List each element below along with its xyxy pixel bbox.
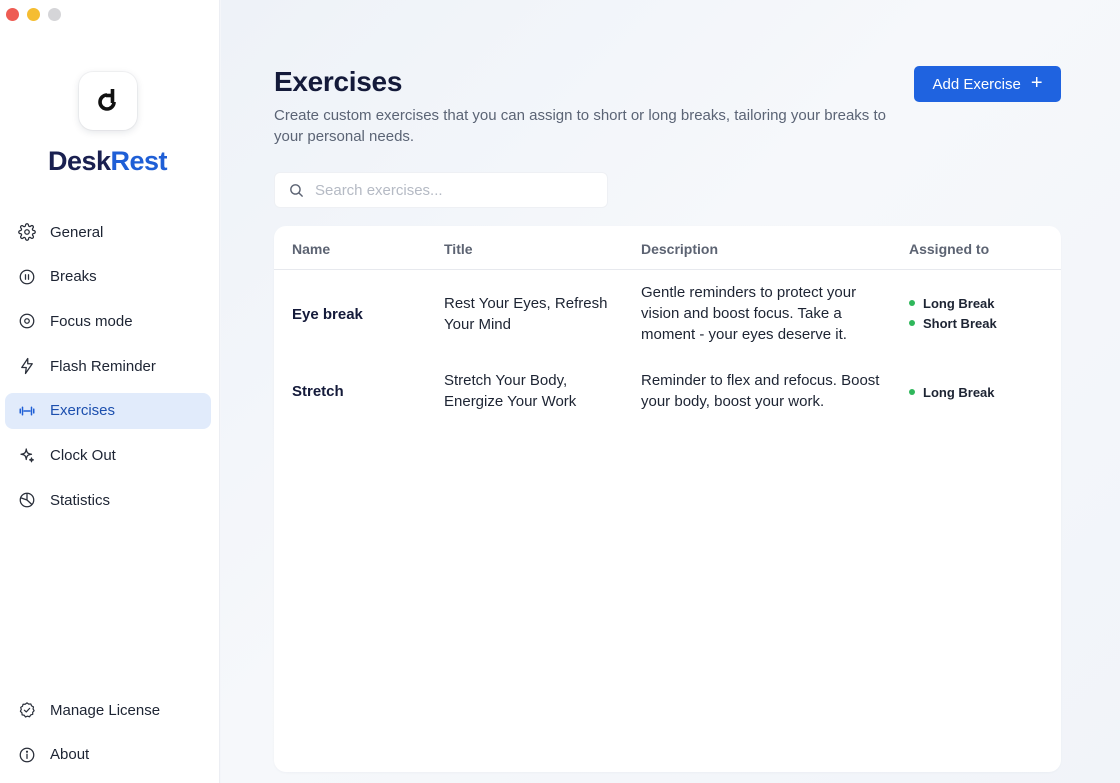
assigned-tag-label: Long Break xyxy=(923,384,995,400)
window-controls xyxy=(6,8,61,21)
assigned-breaks: Long Break Short Break xyxy=(909,293,997,333)
search-input[interactable] xyxy=(315,181,595,199)
sidebar-item-exercises[interactable]: Exercises xyxy=(5,392,211,429)
status-dot-icon xyxy=(909,320,915,326)
deskrest-logo-icon xyxy=(98,89,116,111)
add-exercise-button-label: Add Exercise xyxy=(932,75,1021,93)
assigned-tag-label: Long Break xyxy=(923,295,995,311)
status-dot-icon xyxy=(909,300,915,306)
pie-chart-icon xyxy=(18,491,36,509)
status-dot-icon xyxy=(909,389,915,395)
window-minimize-button[interactable] xyxy=(27,8,40,21)
column-header-assigned-to: Assigned to xyxy=(909,241,990,257)
sidebar-item-general[interactable]: General xyxy=(5,214,211,250)
exercise-title: Stretch Your Body, Energize Your Work xyxy=(444,372,577,410)
dumbbell-icon xyxy=(18,402,36,420)
focus-target-icon xyxy=(18,312,36,330)
sidebar-nav: General Breaks Focus mode Flash Reminder… xyxy=(5,214,211,527)
app-logo xyxy=(79,72,137,130)
badge-check-icon xyxy=(18,701,36,719)
column-header-name: Name xyxy=(292,241,331,257)
sidebar-item-manage-license[interactable]: Manage License xyxy=(5,692,211,728)
sidebar-item-label: Manage License xyxy=(50,701,161,719)
window-close-button[interactable] xyxy=(6,8,19,21)
sparkle-icon xyxy=(18,446,36,464)
exercise-description: Gentle reminders to protect your vision … xyxy=(641,284,857,343)
search-icon xyxy=(290,183,303,197)
info-icon xyxy=(18,746,36,764)
brand-name-part1: Desk xyxy=(47,146,111,176)
table-row[interactable]: Eye break Rest Your Eyes, Refresh Your M… xyxy=(274,270,1061,358)
table-row[interactable]: Stretch Stretch Your Body, Energize Your… xyxy=(274,358,1061,428)
brand-name-part2: Rest xyxy=(110,146,168,176)
sidebar-item-breaks[interactable]: Breaks xyxy=(5,259,211,295)
sidebar-item-label: General xyxy=(50,223,104,241)
brand-name: DeskRest xyxy=(0,146,215,177)
main-content: Exercises Create custom exercises that y… xyxy=(221,0,1120,783)
sidebar-item-about[interactable]: About xyxy=(5,737,211,773)
exercise-title: Rest Your Eyes, Refresh Your Mind xyxy=(444,295,608,333)
sidebar-item-flash-reminder[interactable]: Flash Reminder xyxy=(5,348,211,384)
sidebar-item-label: Focus mode xyxy=(50,312,133,330)
exercise-name: Stretch xyxy=(292,383,344,400)
sidebar-item-label: Statistics xyxy=(50,491,111,509)
exercise-name: Eye break xyxy=(292,306,363,323)
plus-icon: + xyxy=(1030,72,1043,94)
sidebar-item-label: Flash Reminder xyxy=(50,357,156,375)
page-description: Create custom exercises that you can ass… xyxy=(274,107,886,145)
sidebar-bottom-nav: Manage License About xyxy=(5,692,211,781)
sidebar-item-focus-mode[interactable]: Focus mode xyxy=(5,303,211,339)
sidebar-item-label: Exercises xyxy=(50,402,116,420)
add-exercise-button[interactable]: Add Exercise + xyxy=(914,66,1061,102)
window-maximize-button[interactable] xyxy=(48,8,61,21)
column-header-title: Title xyxy=(444,241,473,257)
column-header-description: Description xyxy=(641,241,719,257)
lightning-bolt-icon xyxy=(18,357,36,375)
assigned-tag-label: Short Break xyxy=(923,315,997,331)
sidebar-item-label: Breaks xyxy=(50,268,97,286)
sidebar-item-label: Clock Out xyxy=(50,446,116,464)
gear-icon xyxy=(18,223,36,241)
sidebar: DeskRest General Breaks Focus mode Flash… xyxy=(0,0,220,783)
table-header: Name Title Description Assigned to xyxy=(274,226,1061,270)
sidebar-item-label: About xyxy=(50,746,90,764)
pause-circle-icon xyxy=(18,268,36,286)
page-title: Exercises xyxy=(274,66,403,97)
search-box xyxy=(274,172,608,208)
assigned-breaks: Long Break xyxy=(909,382,995,402)
assigned-tag: Long Break xyxy=(909,293,997,313)
assigned-tag: Short Break xyxy=(909,313,997,333)
sidebar-item-statistics[interactable]: Statistics xyxy=(5,482,211,518)
sidebar-item-clock-out[interactable]: Clock Out xyxy=(5,437,211,473)
assigned-tag: Long Break xyxy=(909,382,995,402)
exercises-table: Name Title Description Assigned to Eye b… xyxy=(274,226,1061,772)
exercise-description: Reminder to flex and refocus. Boost your… xyxy=(641,372,880,410)
